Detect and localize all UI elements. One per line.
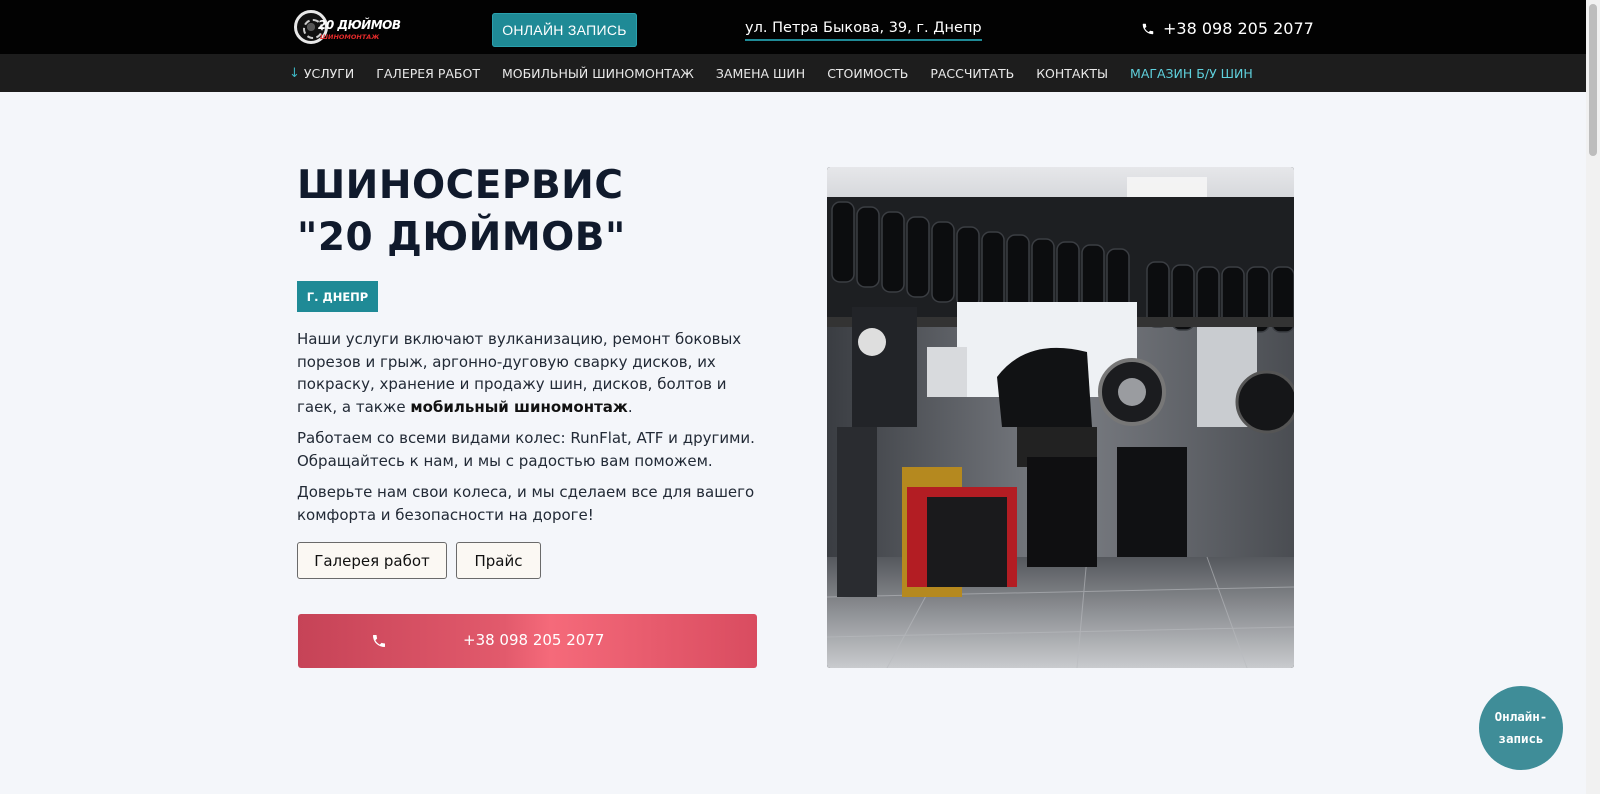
- nav-item-tire-change[interactable]: ЗАМЕНА ШИН: [716, 66, 805, 81]
- top-header: 20 ДЮЙМОВ ШИНОМОНТАЖ ОНЛАЙН ЗАПИСЬ ул. П…: [0, 0, 1586, 54]
- site-logo[interactable]: 20 ДЮЙМОВ ШИНОМОНТАЖ: [292, 7, 401, 47]
- nav-item-calculate[interactable]: РАССЧИТАТЬ: [930, 66, 1014, 81]
- nav-item-used-tire-shop[interactable]: МАГАЗИН Б/У ШИН: [1130, 66, 1253, 81]
- floating-booking-line-2: запись: [1498, 731, 1544, 746]
- page-scrollbar[interactable]: [1586, 0, 1600, 794]
- call-button[interactable]: +38 098 205 2077: [298, 614, 757, 668]
- title-line-2: "20 ДЮЙМОВ": [297, 215, 626, 260]
- phone-icon: [1142, 23, 1154, 34]
- nav-item-mobile-service[interactable]: МОБИЛЬНЫЙ ШИНОМОНТАЖ: [502, 66, 694, 81]
- page-title: ШИНОСЕРВИС "20 ДЮЙМОВ": [297, 160, 626, 264]
- city-badge: Г. ДНЕПР: [297, 281, 378, 312]
- arrow-down-icon: ↓: [289, 65, 300, 81]
- workshop-photo: [827, 167, 1294, 668]
- floating-booking-label: Онлайн-запись: [1495, 706, 1548, 750]
- phone-icon: [373, 635, 385, 647]
- nav-item-contacts[interactable]: КОНТАКТЫ: [1036, 66, 1108, 81]
- trust-paragraph: Доверьте нам свои колеса, и мы сделаем в…: [297, 483, 755, 524]
- scrollbar-thumb[interactable]: [1589, 4, 1597, 156]
- logo-title: 20 ДЮЙМОВ: [318, 18, 401, 32]
- main-navigation: ↓ УСЛУГИ ГАЛЕРЕЯ РАБОТ МОБИЛЬНЫЙ ШИНОМОН…: [0, 54, 1586, 92]
- title-line-1: ШИНОСЕРВИС: [297, 163, 624, 208]
- mobile-service-highlight: мобильный шиномонтаж: [410, 397, 628, 416]
- header-phone-link[interactable]: +38 098 205 2077: [1141, 19, 1314, 38]
- workshop-photo-image: [827, 167, 1294, 668]
- floating-booking-line-1: Онлайн-: [1494, 709, 1548, 724]
- nav-item-label: УСЛУГИ: [303, 65, 355, 81]
- nav-item-pricing[interactable]: СТОИМОСТЬ: [827, 66, 908, 81]
- wheel-types-paragraph: Работаем со всеми видами колес: RunFlat,…: [297, 429, 755, 470]
- call-button-number: +38 098 205 2077: [463, 631, 605, 649]
- services-description: Наши услуги включают вулканизацию, ремон…: [297, 328, 767, 418]
- price-button[interactable]: Прайс: [456, 542, 541, 579]
- address-link[interactable]: ул. Петра Быкова, 39, г. Днепр: [745, 20, 982, 41]
- services-text-end: .: [627, 397, 633, 416]
- nav-item-gallery[interactable]: ГАЛЕРЕЯ РАБОТ: [376, 66, 480, 81]
- online-booking-button[interactable]: ОНЛАЙН ЗАПИСЬ: [492, 13, 637, 47]
- gallery-button[interactable]: Галерея работ: [297, 542, 447, 579]
- nav-item-services[interactable]: ↓ УСЛУГИ: [289, 66, 354, 81]
- floating-booking-button[interactable]: Онлайн-запись: [1479, 686, 1563, 770]
- header-phone-number: +38 098 205 2077: [1163, 19, 1314, 38]
- logo-subtitle: ШИНОМОНТАЖ: [320, 33, 380, 41]
